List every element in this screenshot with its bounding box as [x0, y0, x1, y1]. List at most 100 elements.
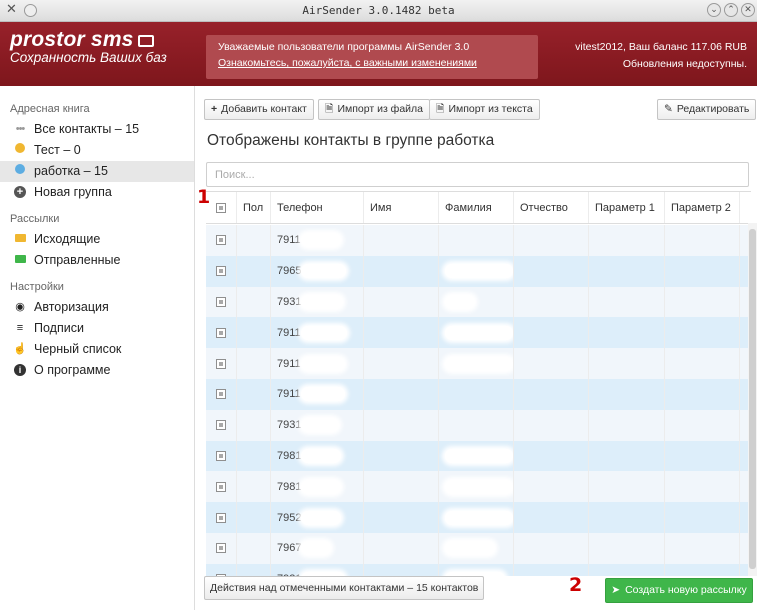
column-header[interactable]: Отчество	[514, 192, 589, 223]
phone-cell: 7921	[271, 563, 364, 576]
import-text-button[interactable]: 🗎 Импорт из текста	[429, 99, 540, 120]
sidebar-item-new-group[interactable]: + Новая группа	[0, 182, 194, 203]
column-header[interactable]: Имя	[364, 192, 439, 223]
sidebar-item-blacklist[interactable]: ☝ Черный список	[0, 339, 194, 360]
row-checkbox[interactable]	[216, 420, 226, 431]
column-header[interactable]: Пол	[237, 192, 271, 223]
table-row[interactable]: 7921	[206, 563, 751, 576]
phone-value: 7911	[277, 388, 301, 401]
window-title: AirSender 3.0.1482 beta	[302, 4, 455, 17]
redaction-blur	[301, 294, 344, 309]
settings-heading: Настройки	[10, 281, 64, 293]
table-row[interactable]: 7911	[206, 378, 751, 410]
column-header[interactable]: Параметр 2	[665, 192, 740, 223]
phone-value: 7911	[277, 326, 301, 339]
row-checkbox[interactable]	[216, 512, 226, 523]
user-circle-icon: ◉	[15, 301, 25, 313]
text-file-icon: 🗎	[436, 103, 445, 115]
phone-cell: 7952	[271, 502, 364, 533]
phone-cell: 7965	[271, 255, 364, 287]
import-file-button[interactable]: 🗎 Импорт из файла	[318, 99, 430, 120]
sidebar-item-label: работка – 15	[34, 164, 108, 178]
minimize-button[interactable]: ⌄	[707, 3, 721, 17]
phone-cell: 7931	[271, 286, 364, 318]
row-checkbox[interactable]	[216, 543, 226, 554]
redaction-blur	[300, 356, 345, 371]
plus-icon: +	[211, 103, 218, 115]
table-row[interactable]: 7931	[206, 409, 751, 441]
sidebar-item-sent[interactable]: Отправленные	[0, 250, 194, 271]
plus-circle-icon: +	[14, 186, 26, 198]
table-row[interactable]: 7931	[206, 286, 751, 318]
redaction-blur	[445, 325, 513, 340]
table-row[interactable]: 7952	[206, 502, 751, 533]
table-row[interactable]: 7965	[206, 255, 751, 287]
scrollbar-thumb[interactable]	[749, 229, 756, 569]
sidebar-item-label: Отправленные	[34, 253, 121, 267]
redaction-blur	[301, 510, 342, 525]
phone-value: 7911	[277, 357, 301, 370]
table-scrollbar[interactable]	[748, 223, 757, 576]
row-checkbox[interactable]	[216, 296, 226, 307]
table-row[interactable]: 7911	[206, 317, 751, 349]
select-all-checkbox[interactable]	[216, 202, 226, 213]
sidebar-item-auth[interactable]: ◉ Авторизация	[0, 297, 194, 318]
table-row[interactable]: 7911	[206, 225, 751, 256]
column-header[interactable]: Телефон	[271, 192, 364, 223]
search-input[interactable]	[206, 162, 749, 187]
redaction-blur	[301, 479, 342, 494]
logo: prostor sms Сохранность Ваших баз	[10, 28, 167, 65]
file-icon: 🗎	[325, 103, 334, 115]
dot-icon	[15, 143, 25, 153]
user-info: vitest2012, Ваш баланс 117.06 RUB Обновл…	[575, 39, 747, 73]
column-header[interactable]: Параметр 1	[589, 192, 665, 223]
create-mailing-button[interactable]: ➤ Создать новую рассылку	[605, 578, 753, 603]
close-button[interactable]: ✕	[741, 3, 755, 17]
redaction-blur	[445, 541, 495, 556]
row-checkbox[interactable]	[216, 266, 226, 277]
redaction-blur	[445, 356, 513, 371]
table-row[interactable]: 7967	[206, 532, 751, 564]
sidebar-item-label: Авторизация	[34, 300, 109, 314]
envelope-icon	[14, 255, 26, 263]
table-row[interactable]: 7981	[206, 440, 751, 472]
row-checkbox[interactable]	[216, 327, 226, 338]
row-checkbox[interactable]	[216, 358, 226, 369]
redaction-blur	[300, 387, 345, 402]
sidebar-item-signatures[interactable]: ≡ Подписи	[0, 318, 194, 339]
table-row[interactable]: 7911	[206, 348, 751, 379]
phone-cell: 7911	[271, 317, 364, 349]
column-header[interactable]: Фамилия	[439, 192, 514, 223]
phone-value: 7911	[277, 234, 301, 247]
phone-cell: 7981	[271, 471, 364, 503]
annotation-marker-1: 1	[197, 186, 211, 208]
sidebar-item-test[interactable]: Тест – 0	[0, 140, 194, 161]
sidebar-item-about[interactable]: i О программе	[0, 360, 194, 381]
notice-link[interactable]: Ознакомьтесь, пожалуйста, с важными изме…	[218, 57, 526, 69]
maximize-button[interactable]: ⌃	[724, 3, 738, 17]
edit-button[interactable]: ✎ Редактировать	[657, 99, 757, 120]
phone-cell: 7911	[271, 225, 364, 256]
sidebar-item-outgoing[interactable]: Исходящие	[0, 229, 194, 250]
sidebar-item-rabotka[interactable]: работка – 15	[0, 161, 194, 182]
bulk-actions-button[interactable]: Действия над отмеченными контактами – 15…	[204, 576, 485, 600]
row-checkbox[interactable]	[216, 450, 226, 461]
redaction-blur	[301, 541, 332, 556]
table-row[interactable]: 7981	[206, 471, 751, 503]
main-panel: + Добавить контакт 🗎 Импорт из файла 🗎 Импо…	[196, 86, 757, 610]
annotation-marker-2: 2	[569, 574, 583, 596]
add-contact-button[interactable]: + Добавить контакт	[204, 99, 314, 120]
address-book-heading: Адресная книга	[10, 103, 90, 115]
row-checkbox[interactable]	[216, 481, 226, 492]
redaction-blur	[445, 264, 513, 279]
sidebar-item-label: Черный список	[34, 342, 122, 356]
row-checkbox[interactable]	[216, 235, 226, 246]
user-balance: vitest2012, Ваш баланс 117.06 RUB	[575, 41, 747, 53]
row-checkbox[interactable]	[216, 389, 226, 400]
redaction-blur	[445, 510, 513, 525]
sidebar-item-all-contacts[interactable]: ••• Все контакты – 15	[0, 119, 194, 140]
phone-cell: 7981	[271, 440, 364, 472]
notice-banner: Уважаемые пользователи программы AirSend…	[206, 35, 538, 79]
phone-cell: 7967	[271, 532, 364, 564]
contacts-table: Пол Телефон Имя Фамилия Отчество Парамет…	[206, 191, 751, 576]
